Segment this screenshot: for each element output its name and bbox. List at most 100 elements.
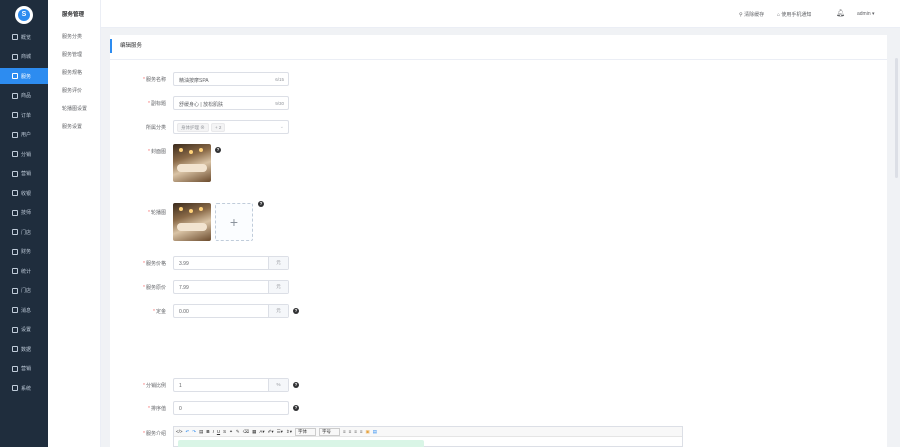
sidebar-item-label: 收银 — [21, 190, 32, 197]
help-icon[interactable]: ? — [215, 147, 221, 153]
sidebar-item-14[interactable]: 消息 — [0, 302, 48, 318]
list-icon[interactable]: ☰▾ — [277, 429, 283, 435]
sidebar-item-label: 用户 — [21, 132, 32, 138]
upload-add-button[interactable]: + — [215, 203, 253, 241]
editor-content[interactable] — [178, 440, 424, 447]
form-card: 编辑服务 *服务名称 精油按摩SPA 6/15 *副标题 舒缓身心 | 放松肌肤… — [110, 35, 887, 447]
submenu-item-carousel[interactable]: 轮播图设置 — [62, 105, 87, 112]
main-content: 编辑服务 *服务名称 精油按摩SPA 6/15 *副标题 舒缓身心 | 放松肌肤… — [101, 28, 900, 447]
align-justify-icon[interactable]: ≡ — [360, 429, 363, 434]
undo-icon[interactable]: ↶ — [186, 429, 190, 435]
carousel-image[interactable] — [173, 203, 211, 241]
redo-icon[interactable]: ↷ — [192, 429, 196, 435]
sidebar-item-15[interactable]: 设置 — [0, 322, 48, 338]
service-name-label-text: 服务名称 — [145, 77, 166, 83]
italic-icon[interactable]: I — [213, 429, 214, 434]
user-menu[interactable]: admin ▾ — [857, 11, 875, 17]
font-family-select[interactable]: 字体 — [294, 427, 316, 436]
submenu-item-reviews[interactable]: 服务评价 — [62, 87, 82, 94]
category-select[interactable]: 身体护理 ⊗ + 2 ⌄ — [173, 120, 289, 134]
commission-value: 1 — [179, 383, 182, 389]
link-icon[interactable]: ⚭ — [229, 429, 233, 435]
clear-cache-link[interactable]: ⚲ 清除缓存 — [739, 11, 764, 18]
highlight-icon[interactable]: ✐▾ — [268, 429, 274, 435]
submenu-item-specs[interactable]: 服务规格 — [62, 69, 82, 76]
cashier-icon — [12, 190, 18, 196]
rich-text-editor[interactable]: </> ↶ ↷ ▤ B I U S ⚭ ✎ ⌫ ▦ A▾ ✐▾ ☰▾ ⇕▾ 字体… — [173, 426, 683, 447]
page-scrollbar[interactable] — [895, 58, 898, 178]
mobile-notify-link[interactable]: ⌂ 使用手机通知 — [777, 11, 811, 18]
promotion-icon — [12, 365, 18, 372]
stats-icon — [12, 268, 18, 274]
marketing-icon — [12, 170, 18, 177]
underline-icon[interactable]: U — [217, 429, 220, 434]
strikethrough-icon[interactable]: S — [223, 429, 226, 434]
sort-label: *排序值 — [148, 406, 166, 412]
finance-icon — [12, 248, 18, 255]
align-right-icon[interactable]: ≡ — [354, 429, 357, 434]
sidebar-item-5[interactable]: 用户 — [0, 127, 48, 143]
sidebar-item-12[interactable]: 统计 — [0, 263, 48, 279]
category-tag[interactable]: 身体护理 ⊗ — [177, 123, 209, 132]
bell-icon[interactable]: 🔔︎ — [836, 9, 845, 17]
help-icon[interactable]: ? — [293, 308, 299, 314]
font-size-select[interactable]: 字号 — [318, 427, 340, 436]
sidebar-item-1[interactable]: 商城 — [0, 49, 48, 65]
sidebar-item-7[interactable]: 营销 — [0, 166, 48, 182]
price-input[interactable]: 3.99 元 — [173, 256, 289, 270]
bold-icon[interactable]: B — [206, 429, 209, 434]
video-icon[interactable]: ▤ — [373, 429, 377, 435]
original-price-label-text: 服务原价 — [145, 285, 166, 291]
submenu-item-services[interactable]: 服务管理 — [62, 51, 82, 58]
commission-input[interactable]: 1 % — [173, 378, 289, 392]
subtitle-counter: 9/30 — [275, 101, 284, 106]
format-icon[interactable]: ▤ — [199, 429, 203, 435]
help-icon[interactable]: ? — [258, 201, 264, 207]
app-logo[interactable]: S — [15, 6, 33, 24]
sidebar-item-0[interactable]: 概览 — [0, 29, 48, 45]
line-height-icon[interactable]: ⇕▾ — [286, 429, 292, 435]
sort-label-text: 排序值 — [150, 406, 166, 412]
eraser-icon[interactable]: ⌫ — [243, 429, 249, 435]
sidebar-item-10[interactable]: 门店 — [0, 224, 48, 240]
commission-label: *分销比例 — [143, 383, 166, 389]
sidebar-item-9[interactable]: 技师 — [0, 205, 48, 221]
tag-close-icon[interactable]: ⊗ — [200, 125, 205, 130]
sidebar-item-label: 营销 — [21, 171, 32, 177]
submenu-item-settings[interactable]: 服务设置 — [62, 123, 82, 130]
sidebar-item-13[interactable]: 门店 — [0, 283, 48, 299]
image-icon[interactable]: ▣ — [366, 429, 370, 435]
cover-image[interactable] — [173, 144, 211, 182]
sidebar-item-8[interactable]: 收银 — [0, 185, 48, 201]
original-price-input[interactable]: 7.99 元 — [173, 280, 289, 294]
sidebar-item-18[interactable]: 系统 — [0, 380, 48, 396]
help-icon[interactable]: ? — [293, 405, 299, 411]
sidebar-item-3[interactable]: 商品 — [0, 88, 48, 104]
align-left-icon[interactable]: ≡ — [343, 429, 346, 434]
service-icon — [12, 73, 18, 79]
logo-mark: S — [18, 9, 30, 21]
sidebar-item-2[interactable]: 服务 — [0, 68, 48, 84]
sort-value: 0 — [179, 406, 182, 412]
service-name-value: 精油按摩SPA — [179, 78, 209, 84]
subtitle-input[interactable]: 舒缓身心 | 放松肌肤 9/30 — [173, 96, 289, 110]
sidebar-item-11[interactable]: 财务 — [0, 244, 48, 260]
brush-icon[interactable]: ✎ — [236, 429, 240, 435]
deposit-input[interactable]: 0.00 元 — [173, 304, 289, 318]
table-icon[interactable]: ▦ — [252, 429, 256, 435]
submenu-item-categories[interactable]: 服务分类 — [62, 33, 82, 40]
help-icon[interactable]: ? — [293, 382, 299, 388]
sidebar-item-6[interactable]: 分销 — [0, 146, 48, 162]
sidebar-item-4[interactable]: 订单 — [0, 107, 48, 123]
sort-input[interactable]: 0 — [173, 401, 289, 415]
align-center-icon[interactable]: ≡ — [349, 429, 352, 434]
font-color-icon[interactable]: A▾ — [259, 429, 264, 435]
source-icon[interactable]: </> — [176, 429, 183, 434]
sidebar-item-label: 财务 — [21, 249, 32, 255]
sidebar-item-16[interactable]: 数据 — [0, 341, 48, 357]
service-name-input[interactable]: 精油按摩SPA 6/15 — [173, 72, 289, 86]
sidebar-item-label: 服务 — [21, 73, 32, 80]
sidebar-item-label: 统计 — [21, 268, 32, 275]
deposit-value: 0.00 — [179, 309, 189, 315]
sidebar-item-17[interactable]: 营销 — [0, 361, 48, 377]
